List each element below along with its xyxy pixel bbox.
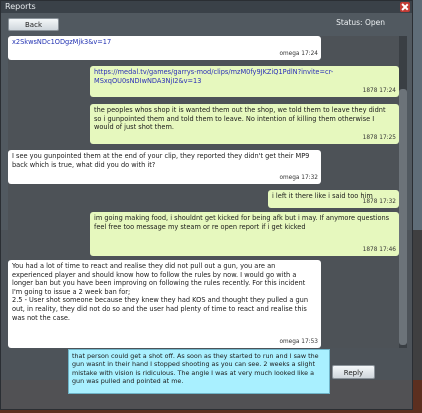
message-bubble: the peoples whos shop it is wanted them … [90,104,399,144]
message-bubble: i left it there like i said too him 1878… [268,190,399,208]
message-meta: omega 17:53 [279,339,318,346]
message-text[interactable]: https://medal.tv/games/garrys-mod/clips/… [94,68,395,85]
message-bubble: https://medal.tv/games/garrys-mod/clips/… [90,66,399,97]
titlebar: Reports [1,1,412,13]
message-meta: omega 17:32 [279,175,318,182]
message-text: You had a lot of time to react and reali… [12,262,309,322]
message-meta: 1878 17:25 [362,135,396,142]
message-bubble: x2SkwsNDc1ODgzMjk3&v=17 omega 17:24 [8,36,321,60]
chat-scrollbar-thumb[interactable] [399,89,407,345]
message-meta: 1878 17:32 [362,199,396,206]
reply-button[interactable]: Reply [332,365,375,379]
message-meta: 1878 17:46 [362,247,396,254]
window-title: Reports [5,2,36,11]
message-text: im going making food, i shouldnt get kic… [94,214,392,231]
reply-input[interactable]: that person could get a shot off. As soo… [68,349,330,394]
message-text: the peoples whos shop it is wanted them … [94,106,388,132]
message-bubble: You had a lot of time to react and reali… [8,260,321,348]
message-text: I see you gunpointed them at the end of … [12,152,312,169]
back-button[interactable]: Back [8,18,59,31]
message-bubble: I see you gunpointed them at the end of … [8,150,321,184]
status-label: Status: Open [336,18,385,27]
chat-panel: x2SkwsNDc1ODgzMjk3&v=17 omega 17:24 http… [8,36,406,348]
message-meta: 1878 17:24 [362,88,396,95]
message-bubble: im going making food, i shouldnt get kic… [90,212,399,256]
message-text[interactable]: x2SkwsNDc1ODgzMjk3&v=17 [12,38,317,47]
close-icon[interactable] [400,2,410,12]
message-meta: omega 17:24 [279,51,318,58]
